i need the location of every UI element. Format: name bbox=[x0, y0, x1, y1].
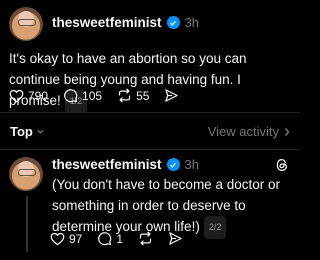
reply-button[interactable]: 105 bbox=[63, 88, 102, 103]
reply-button[interactable]: 1 bbox=[97, 231, 123, 246]
reply-count: 105 bbox=[82, 88, 103, 103]
chevron-down-icon bbox=[37, 129, 44, 134]
send-icon bbox=[169, 232, 182, 245]
comment-icon bbox=[98, 232, 112, 246]
thread-line bbox=[26, 196, 28, 252]
post-time: 3h bbox=[184, 15, 199, 30]
reply-count: 1 bbox=[116, 231, 124, 246]
like-button[interactable]: 790 bbox=[9, 89, 48, 103]
avatar[interactable] bbox=[9, 157, 43, 191]
repost-button[interactable]: 55 bbox=[117, 88, 149, 103]
view-activity-link[interactable]: View activity bbox=[208, 124, 291, 139]
repost-button[interactable] bbox=[138, 231, 153, 246]
share-button[interactable] bbox=[168, 231, 183, 246]
like-count: 790 bbox=[28, 88, 49, 103]
username[interactable]: thesweetfeminist bbox=[52, 157, 162, 172]
heart-icon bbox=[50, 232, 65, 245]
heart-icon bbox=[9, 89, 24, 102]
verified-badge-icon bbox=[166, 158, 180, 171]
sort-label: Top bbox=[10, 124, 33, 139]
page-indicator: 2/2 bbox=[203, 216, 227, 239]
repost-icon bbox=[139, 231, 152, 246]
reply-time: 3h bbox=[184, 157, 199, 172]
avatar[interactable] bbox=[9, 7, 43, 41]
like-button[interactable]: 97 bbox=[50, 232, 82, 246]
verified-badge-icon bbox=[166, 16, 180, 29]
main-post: thesweetfeminist 3h It's okay to have an… bbox=[0, 0, 300, 113]
like-count: 97 bbox=[69, 231, 83, 246]
share-button[interactable] bbox=[164, 88, 179, 103]
threads-logo-icon[interactable] bbox=[274, 157, 290, 173]
send-icon bbox=[165, 89, 179, 102]
sort-bar: Top View activity bbox=[0, 112, 300, 150]
chevron-right-icon bbox=[284, 127, 290, 136]
post-text: It's okay to have an abortion so you can… bbox=[9, 48, 294, 113]
reply-text: (You don't have to become a doctor or so… bbox=[52, 174, 290, 239]
repost-icon bbox=[118, 88, 131, 103]
username[interactable]: thesweetfeminist bbox=[52, 15, 162, 30]
comment-icon bbox=[64, 89, 78, 103]
sort-dropdown[interactable]: Top bbox=[10, 124, 45, 139]
repost-count: 55 bbox=[136, 88, 150, 103]
